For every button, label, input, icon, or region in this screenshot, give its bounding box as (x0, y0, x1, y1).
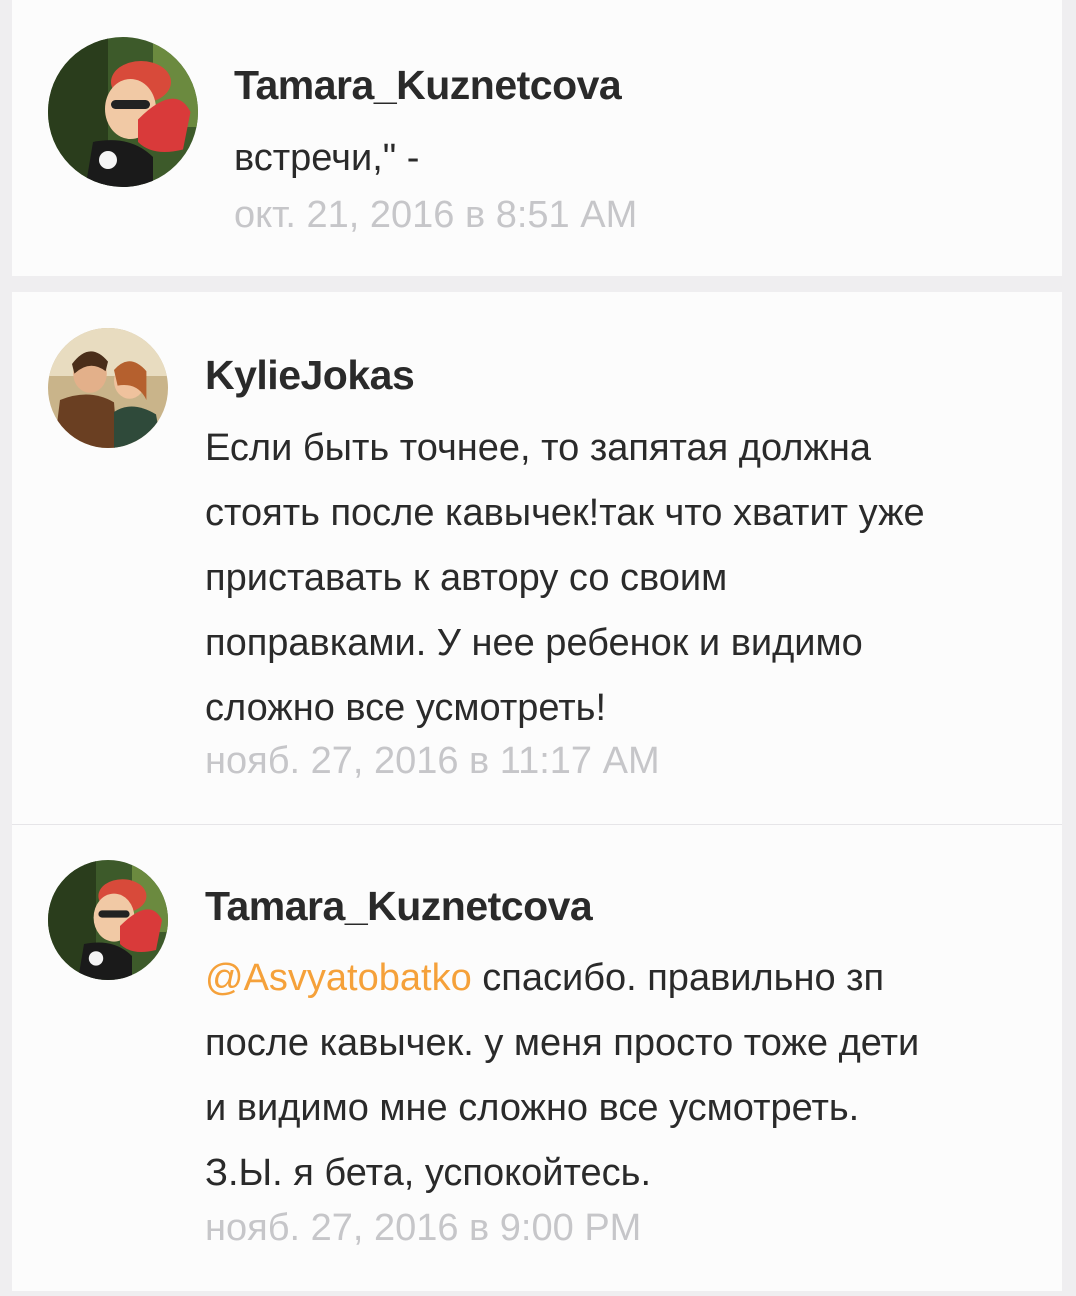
comment-text-fragment: спасибо. правильно зп (471, 957, 885, 999)
comment-text-line: после кавычек. у меня просто тоже дети (205, 1022, 920, 1064)
comment-text-line: Если быть точнее, то запятая должна (205, 427, 871, 469)
comment-text-line: стоять после кавычек!так что хватит уже (205, 492, 925, 534)
comment-timestamp: нояб. 27, 2016 в 9:00 PM (205, 1207, 642, 1249)
comment-author[interactable]: Tamara_Kuznetcova (205, 883, 593, 930)
comment-text-line: приставать к автору со своим (205, 557, 728, 599)
comment-author[interactable]: KylieJokas (205, 352, 415, 399)
comment-text-line: сложно все усмотреть! (205, 687, 607, 729)
user-avatar[interactable] (48, 328, 168, 448)
comment-text-line: встречи," - (234, 137, 420, 179)
comment-author[interactable]: Tamara_Kuznetcova (234, 62, 622, 109)
comment-text: @Asvyatobatko спасибо. правильно зп посл… (205, 946, 919, 1206)
user-mention-link[interactable]: @Asvyatobatko (205, 957, 472, 999)
comment-text: встречи," - (234, 126, 419, 191)
comment-text-line: поправками. У нее ребенок и видимо (205, 622, 863, 664)
comment-text-line: и видимо мне сложно все усмотреть. (205, 1087, 860, 1129)
user-avatar[interactable] (48, 37, 198, 187)
comment-timestamp: окт. 21, 2016 в 8:51 AM (234, 194, 638, 236)
comment-text: Если быть точнее, то запятая должна стоя… (205, 416, 925, 741)
user-avatar[interactable] (48, 860, 168, 980)
comment-text-line: @Asvyatobatko спасибо. правильно зп (205, 946, 919, 1011)
comment-text-line: З.Ы. я бета, успокойтесь. (205, 1152, 651, 1194)
comment-timestamp: нояб. 27, 2016 в 11:17 AM (205, 740, 660, 782)
